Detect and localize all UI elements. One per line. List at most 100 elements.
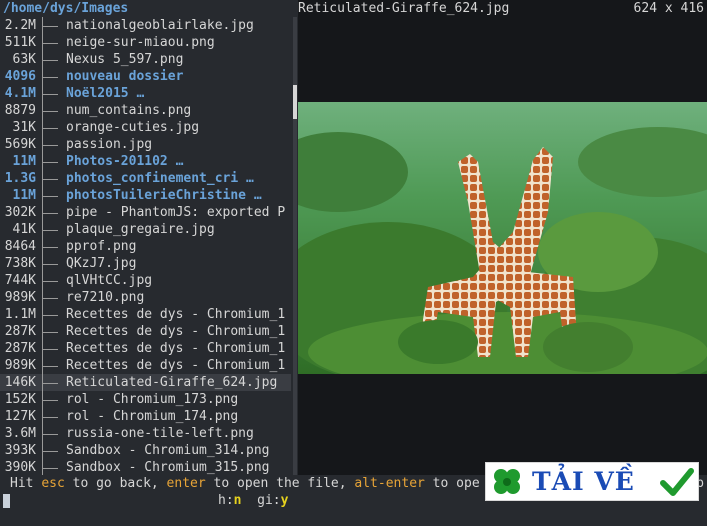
file-row[interactable]: 989K re7210.png [0, 289, 291, 306]
file-size: 4.1M [4, 86, 36, 101]
hint-value: n [233, 493, 242, 508]
file-row[interactable]: 4.1M Noël2015 … [0, 85, 291, 102]
key-alt-enter: alt-enter [354, 476, 425, 491]
status-text: to open the file, [205, 476, 355, 491]
tree-branch-icon [42, 357, 58, 374]
file-size: 2.2M [4, 18, 36, 33]
status-text: Hit [10, 476, 42, 491]
tree-branch-icon [42, 340, 58, 357]
file-name: pipe - PhantomJS: exported P [66, 205, 286, 220]
file-size: 146K [4, 375, 36, 390]
tree-branch-icon [42, 238, 58, 255]
folder-name: photos_confinement_cri … [66, 171, 254, 186]
file-row[interactable]: 63K Nexus 5_597.png [0, 51, 291, 68]
file-row[interactable]: 8879 num_contains.png [0, 102, 291, 119]
file-size: 1.3G [4, 171, 36, 186]
file-name: plaque_gregaire.jpg [66, 222, 215, 237]
file-name: Recettes de dys - Chromium_1 [66, 307, 286, 322]
checkmark-icon [660, 468, 694, 496]
file-row[interactable]: 146K Reticulated-Giraffe_624.jpg [0, 374, 291, 391]
file-size: 11M [12, 154, 36, 169]
hint-value: y [280, 493, 289, 508]
folder-name: nouveau dossier [66, 69, 184, 84]
hint-label: gi: [257, 493, 281, 508]
tree-branch-icon [42, 442, 58, 459]
file-size: 152K [4, 392, 36, 407]
file-name: orange-cuties.jpg [66, 120, 200, 135]
file-row[interactable]: 41K plaque_gregaire.jpg [0, 221, 291, 238]
file-name: russia-one-tile-left.png [66, 426, 254, 441]
file-row[interactable]: 152K rol - Chromium_173.png [0, 391, 291, 408]
file-size: 569K [4, 137, 36, 152]
file-row[interactable]: 744K qlVHtCC.jpg [0, 272, 291, 289]
tree-branch-icon [42, 425, 58, 442]
file-name: pprof.png [66, 239, 137, 254]
file-name: Sandbox - Chromium_314.png [66, 443, 270, 458]
input-cursor[interactable] [3, 494, 10, 508]
file-row[interactable]: 511K neige-sur-miaou.png [0, 34, 291, 51]
file-size: 287K [4, 324, 36, 339]
file-row[interactable]: 287K Recettes de dys - Chromium_1 [0, 340, 291, 357]
file-name: rol - Chromium_174.png [66, 409, 239, 424]
file-row[interactable]: 4096 nouveau dossier [0, 68, 291, 85]
file-name: nationalgeoblairlake.jpg [66, 18, 254, 33]
file-size: 393K [4, 443, 36, 458]
file-size: 8879 [4, 103, 36, 118]
key-enter: enter [166, 476, 206, 491]
tree-branch-icon [42, 204, 58, 221]
file-name: qlVHtCC.jpg [66, 273, 153, 288]
tree-branch-icon [42, 323, 58, 340]
mode-hints: h:n gi:y [218, 492, 288, 509]
folder-name: Photos-201102 … [66, 154, 184, 169]
tree-branch-icon [42, 289, 58, 306]
file-size: 287K [4, 341, 36, 356]
hint-label: h: [218, 493, 234, 508]
file-row[interactable]: 738K QKzJ7.jpg [0, 255, 291, 272]
tree-branch-icon [42, 102, 58, 119]
tree-branch-icon [42, 272, 58, 289]
file-row[interactable]: 11M photosTuilerieChristine … [0, 187, 291, 204]
file-row[interactable]: 1.1M Recettes de dys - Chromium_1 [0, 306, 291, 323]
file-size: 8464 [4, 239, 36, 254]
download-badge[interactable]: TẢI VỀ [485, 462, 699, 501]
file-row[interactable]: 393K Sandbox - Chromium_314.png [0, 442, 291, 459]
file-size: 31K [12, 120, 36, 135]
tree-branch-icon [42, 221, 58, 238]
file-size: 3.6M [4, 426, 36, 441]
file-row[interactable]: 287K Recettes de dys - Chromium_1 [0, 323, 291, 340]
file-size: 738K [4, 256, 36, 271]
file-row[interactable]: 302K pipe - PhantomJS: exported P [0, 204, 291, 221]
file-row[interactable]: 390K Sandbox - Chromium_315.png [0, 459, 291, 475]
file-size: 511K [4, 35, 36, 50]
giraffe-photo [298, 102, 707, 374]
file-row[interactable]: 1.3G photos_confinement_cri … [0, 170, 291, 187]
tree-branch-icon [42, 51, 58, 68]
file-name: QKzJ7.jpg [66, 256, 137, 271]
tree-branch-icon [42, 119, 58, 136]
file-row[interactable]: 989K Recettes de dys - Chromium_1 [0, 357, 291, 374]
file-row[interactable]: 31K orange-cuties.jpg [0, 119, 291, 136]
folder-name: photosTuilerieChristine … [66, 188, 262, 203]
tree-branch-icon [42, 85, 58, 102]
file-row[interactable]: 569K passion.jpg [0, 136, 291, 153]
file-row[interactable]: 127K rol - Chromium_174.png [0, 408, 291, 425]
file-row[interactable]: 8464 pprof.png [0, 238, 291, 255]
folder-name: Noël2015 … [66, 86, 145, 101]
file-row[interactable]: 3.6M russia-one-tile-left.png [0, 425, 291, 442]
scrollbar-thumb[interactable] [293, 85, 297, 119]
file-size: 11M [12, 188, 36, 203]
status-text: to go back, [64, 476, 167, 491]
file-name: Sandbox - Chromium_315.png [66, 460, 270, 475]
file-size: 4096 [4, 69, 36, 84]
tree-branch-icon [42, 17, 58, 34]
tree-branch-icon [42, 306, 58, 323]
file-name: neige-sur-miaou.png [66, 35, 215, 50]
file-name: passion.jpg [66, 137, 153, 152]
file-list: 2.2M nationalgeoblairlake.jpg 511K neige-su… [0, 17, 291, 475]
key-esc: esc [41, 476, 65, 491]
file-size: 41K [12, 222, 36, 237]
tree-branch-icon [42, 153, 58, 170]
file-row[interactable]: 11M Photos-201102 … [0, 153, 291, 170]
tree-branch-icon [42, 34, 58, 51]
file-row[interactable]: 2.2M nationalgeoblairlake.jpg [0, 17, 291, 34]
